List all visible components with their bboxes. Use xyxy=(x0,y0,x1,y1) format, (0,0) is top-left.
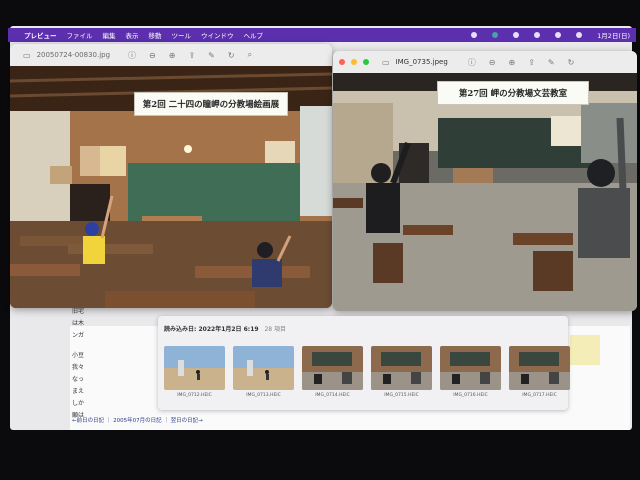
classroom-photo-right xyxy=(333,73,637,311)
thumbnail-filename: IMG_0715.HEIC xyxy=(384,393,419,398)
thumbnail-item[interactable]: IMG_0715.HEIC xyxy=(371,346,432,398)
maximize-icon[interactable] xyxy=(363,59,369,65)
import-header: 読み込み日: 2022年1月2日 6:19 28 項目 xyxy=(164,324,286,333)
share-icon[interactable]: ⇪ xyxy=(528,58,535,67)
share-icon[interactable]: ⇪ xyxy=(188,51,195,60)
menu-file[interactable]: ファイル xyxy=(67,30,93,40)
sticky-note xyxy=(570,335,600,365)
markup-icon[interactable]: ✎ xyxy=(208,51,215,60)
zoom-in-icon[interactable]: ⊕ xyxy=(169,51,176,60)
preview-window-left[interactable]: ▭ 20050724-00830.jpg ⓘ ⊖ ⊕ ⇪ ✎ ↻ ⌕ 第2回 二… xyxy=(10,44,332,308)
thumbnail-item[interactable]: IMG_0712.HEIC xyxy=(164,346,225,398)
window-title-left: 20050724-00830.jpg xyxy=(36,51,111,59)
sign-left: 第2回 二十四の瞳岬の分教場絵画展 xyxy=(134,92,288,116)
info-icon[interactable]: ⓘ xyxy=(128,50,136,61)
thumbnail-item[interactable]: IMG_0713.HEIC xyxy=(233,346,294,398)
doc-line: 小豆 xyxy=(72,352,85,359)
zoom-out-icon[interactable]: ⊖ xyxy=(489,58,496,67)
thumbnail-image[interactable] xyxy=(440,346,501,390)
thumbnail-filename: IMG_0716.HEIC xyxy=(453,393,488,398)
info-icon[interactable]: ⓘ xyxy=(468,57,476,68)
menu-edit[interactable]: 編集 xyxy=(103,30,116,40)
status-area: 1月2日(日) xyxy=(461,28,630,42)
import-panel: 読み込み日: 2022年1月2日 6:19 28 項目 IMG_0712.HEI… xyxy=(158,316,570,410)
titlebar-right[interactable]: ▭ IMG_0735.jpeg ⓘ ⊖ ⊕ ⇪ ✎ ↻ xyxy=(333,51,637,73)
zoom-in-icon[interactable]: ⊕ xyxy=(508,58,515,67)
thumbnail-filename: IMG_0712.HEIC xyxy=(177,393,212,398)
thumbnail-image[interactable] xyxy=(164,346,225,390)
markup-icon[interactable]: ✎ xyxy=(548,58,555,67)
menu-app-name[interactable]: プレビュー xyxy=(24,30,57,40)
wifi-icon[interactable] xyxy=(534,32,541,38)
thumbnail-image[interactable] xyxy=(233,346,294,390)
thumbnail-filename: IMG_0714.HEIC xyxy=(315,393,350,398)
rotate-icon[interactable]: ↻ xyxy=(228,51,235,60)
preview-window-right[interactable]: ▭ IMG_0735.jpeg ⓘ ⊖ ⊕ ⇪ ✎ ↻ 第27回 岬の分教場文芸… xyxy=(333,51,637,311)
thumbnail-image[interactable] xyxy=(302,346,363,390)
thumbnail-item[interactable]: IMG_0714.HEIC xyxy=(302,346,363,398)
search-icon[interactable] xyxy=(555,32,562,38)
doc-line: は木 xyxy=(72,320,85,327)
titlebar-left[interactable]: ▭ 20050724-00830.jpg ⓘ ⊖ ⊕ ⇪ ✎ ↻ ⌕ xyxy=(10,44,332,66)
sign-right: 第27回 岬の分教場文芸教室 xyxy=(437,81,589,105)
thumbnail-filename: IMG_0713.HEIC xyxy=(246,393,281,398)
background-text: 旧宅 は木 ンガ 小豆 我々 なっ まえ しか 願は xyxy=(72,306,84,422)
menu-help[interactable]: ヘルプ xyxy=(244,30,264,40)
menu-window[interactable]: ウインドウ xyxy=(201,30,234,40)
thumbnail-item[interactable]: IMG_0716.HEIC xyxy=(440,346,501,398)
thumbnail-strip: IMG_0712.HEIC IMG_0713.HEIC IMG_0714.HEIC I… xyxy=(164,346,570,398)
menu-bar: プレビュー ファイル 編集 表示 移動 ツール ウインドウ ヘルプ 1月2日(日… xyxy=(8,28,636,42)
thumbnail-filename: IMG_0717.HEIC xyxy=(522,393,557,398)
thumbnail-image[interactable] xyxy=(509,346,570,390)
menu-datetime[interactable]: 1月2日(日) xyxy=(597,30,630,40)
thumbnail-item[interactable]: IMG_0717.HEIC xyxy=(509,346,570,398)
cloud-icon[interactable] xyxy=(471,32,478,38)
rotate-icon[interactable]: ↻ xyxy=(568,58,575,67)
diary-nav-links[interactable]: ←前日の日記 ｜ 2005年07月の日記 ｜ 翌日の日記→ xyxy=(72,416,203,424)
sidebar-icon[interactable]: ▭ xyxy=(382,58,390,67)
close-icon[interactable] xyxy=(339,59,345,65)
zoom-out-icon[interactable]: ⊖ xyxy=(149,51,156,60)
sidebar-icon[interactable]: ▭ xyxy=(23,51,31,60)
minimize-icon[interactable] xyxy=(351,59,357,65)
control-center-icon[interactable] xyxy=(576,32,583,38)
search-icon[interactable]: ⌕ xyxy=(248,50,252,60)
import-count: 28 項目 xyxy=(264,326,287,333)
thumbnail-image[interactable] xyxy=(371,346,432,390)
menu-go[interactable]: 移動 xyxy=(149,30,162,40)
menu-view[interactable]: 表示 xyxy=(126,30,139,40)
window-title-right: IMG_0735.jpeg xyxy=(395,58,448,66)
app-icon[interactable] xyxy=(492,32,499,38)
doc-line: なっ xyxy=(72,376,85,383)
menu-tools[interactable]: ツール xyxy=(172,30,192,40)
doc-line: しか xyxy=(72,400,85,407)
doc-line: まえ xyxy=(72,388,85,395)
import-date: 読み込み日: 2022年1月2日 6:19 xyxy=(164,326,259,333)
doc-line: ンガ xyxy=(72,332,85,339)
doc-line: 我々 xyxy=(72,364,85,371)
battery-icon[interactable] xyxy=(513,32,520,38)
